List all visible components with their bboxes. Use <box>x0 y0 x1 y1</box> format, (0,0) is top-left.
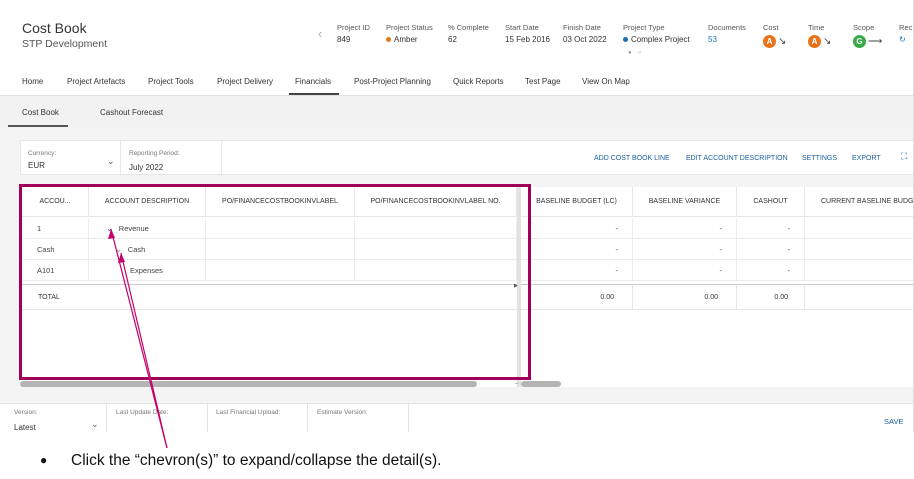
instruction-text: ● Click the “chevron(s)” to expand/collap… <box>40 452 441 470</box>
trend-down-icon: ↘ <box>778 36 787 47</box>
nav-test-page[interactable]: Test Page <box>525 77 561 86</box>
more-indicator: Rec ↻ <box>899 23 913 44</box>
toolbar-divider <box>120 141 121 176</box>
nav-view-on-map[interactable]: View On Map <box>582 77 630 86</box>
highlight-box <box>19 184 531 380</box>
project-type-field: Project Type Complex Project <box>623 23 690 44</box>
nav-home[interactable]: Home <box>22 77 43 86</box>
column-header-current-baseline-budget[interactable]: CURRENT BASELINE BUDGET <box>805 187 913 217</box>
grid-footer: Version: Latest ⌄ Last Update Date: Last… <box>0 403 913 432</box>
last-update-label: Last Update Date: <box>116 409 169 416</box>
time-indicator: Time A ↘ <box>808 23 832 48</box>
cost-book-toolbar: Currency: EUR ⌄ Reporting Period: July 2… <box>20 140 913 176</box>
percent-complete-value: 62 <box>448 35 457 44</box>
active-nav-indicator <box>289 93 339 95</box>
cell-baseline-variance[interactable]: - <box>633 239 737 260</box>
scroll-arrow-icon[interactable]: – <box>515 381 518 387</box>
project-id-value: 849 <box>337 35 351 44</box>
total-baseline-variance: 0.00 <box>633 284 737 310</box>
nav-post-project-planning[interactable]: Post-Project Planning <box>354 77 431 86</box>
trend-flat-icon: ⟶ <box>868 36 883 47</box>
version-label: Version: <box>14 409 38 416</box>
subtab-bar: Cost Book Cashout Forecast <box>0 96 913 128</box>
instruction-label: Click the “chevron(s)” to expand/collaps… <box>71 452 442 469</box>
edit-account-description-button[interactable]: EDIT ACCOUNT DESCRIPTION <box>686 155 788 162</box>
footer-divider <box>207 404 208 432</box>
cost-indicator: Cost A ↘ <box>763 23 787 48</box>
cell-current-baseline[interactable] <box>805 239 913 260</box>
cell-baseline-variance[interactable]: - <box>633 218 737 239</box>
time-rag-badge: A <box>808 35 821 48</box>
tab-cashout-forecast[interactable]: Cashout Forecast <box>100 108 163 117</box>
expand-icon[interactable]: ⛶ <box>901 151 907 162</box>
period-label: Reporting Period: <box>129 150 180 157</box>
nav-quick-reports[interactable]: Quick Reports <box>453 77 504 86</box>
save-button[interactable]: SAVE <box>884 417 903 426</box>
active-tab-indicator <box>8 125 68 127</box>
cell-current-baseline[interactable] <box>805 260 913 281</box>
header-pager-dots[interactable]: ●○ <box>628 50 647 56</box>
column-header-baseline-variance[interactable]: BASELINE VARIANCE <box>633 187 737 217</box>
toolbar-divider <box>221 141 222 176</box>
estimate-version-label: Estimate Version: <box>317 409 368 416</box>
project-status-value: Amber <box>394 35 418 44</box>
cell-baseline-budget[interactable]: - <box>521 239 633 260</box>
scope-rag-badge: G <box>853 35 866 48</box>
nav-project-delivery[interactable]: Project Delivery <box>217 77 273 86</box>
cell-baseline-budget[interactable]: - <box>521 260 633 281</box>
column-header-cashout[interactable]: CASHOUT <box>737 187 805 217</box>
footer-divider <box>106 404 107 432</box>
left-pane-scrollbar[interactable] <box>20 381 477 387</box>
column-header-baseline-budget[interactable]: BASELINE BUDGET (LC) <box>521 187 633 217</box>
currency-label: Currency: <box>28 150 57 157</box>
cell-cashout[interactable]: - <box>737 239 805 260</box>
main-nav: Home Project Artefacts Project Tools Pro… <box>0 66 913 96</box>
project-type-value: Complex Project <box>631 35 690 44</box>
total-cashout: 0.00 <box>737 284 805 310</box>
start-date-field: Start Date 15 Feb 2016 <box>505 23 550 44</box>
chevron-down-icon[interactable]: ⌄ <box>107 156 115 167</box>
documents-field[interactable]: Documents 53 <box>708 23 746 44</box>
last-upload-label: Last Financial Upload: <box>216 409 281 416</box>
export-button[interactable]: EXPORT <box>852 155 881 162</box>
footer-divider <box>307 404 308 432</box>
status-dot-icon <box>386 37 391 43</box>
cell-current-baseline[interactable] <box>805 218 913 239</box>
version-select[interactable]: Latest <box>14 423 36 432</box>
bullet-icon: ● <box>40 453 48 467</box>
nav-financials[interactable]: Financials <box>295 77 331 86</box>
tab-cost-book[interactable]: Cost Book <box>22 108 59 117</box>
percent-complete-field: % Complete 62 <box>448 23 489 44</box>
scope-indicator: Scope G ⟶ <box>853 23 883 48</box>
project-status-field: Project Status Amber <box>386 23 433 44</box>
type-dot-icon <box>623 37 628 43</box>
cell-baseline-variance[interactable]: - <box>633 260 737 281</box>
currency-select[interactable]: EUR <box>28 161 45 170</box>
refresh-icon: ↻ <box>899 35 906 44</box>
add-cost-book-line-button[interactable]: ADD COST BOOK LINE <box>594 155 670 162</box>
nav-project-tools[interactable]: Project Tools <box>148 77 194 86</box>
cell-baseline-budget[interactable]: - <box>521 218 633 239</box>
cell-cashout[interactable]: - <box>737 218 805 239</box>
project-name: STP Development <box>22 38 108 50</box>
total-current-baseline <box>805 284 913 310</box>
finish-date-field: Finish Date 03 Oct 2022 <box>563 23 607 44</box>
page-title: Cost Book <box>22 20 87 36</box>
nav-project-artefacts[interactable]: Project Artefacts <box>67 77 125 86</box>
project-header: Cost Book STP Development ‹ Project ID 8… <box>0 0 913 66</box>
settings-button[interactable]: SETTINGS <box>802 155 837 162</box>
right-pane-scrollbar[interactable] <box>521 381 561 387</box>
finish-date-value: 03 Oct 2022 <box>563 35 607 44</box>
chevron-down-icon[interactable]: ⌄ <box>91 419 99 430</box>
cost-rag-badge: A <box>763 35 776 48</box>
total-baseline-budget: 0.00 <box>521 284 633 310</box>
documents-count[interactable]: 53 <box>708 35 746 44</box>
cell-cashout[interactable]: - <box>737 260 805 281</box>
project-id-field: Project ID 849 <box>337 23 370 44</box>
footer-divider <box>408 404 409 432</box>
start-date-value: 15 Feb 2016 <box>505 35 550 44</box>
reporting-period-select[interactable]: July 2022 <box>129 163 163 172</box>
trend-down-icon: ↘ <box>823 36 832 47</box>
chevron-left-icon[interactable]: ‹ <box>318 26 322 41</box>
